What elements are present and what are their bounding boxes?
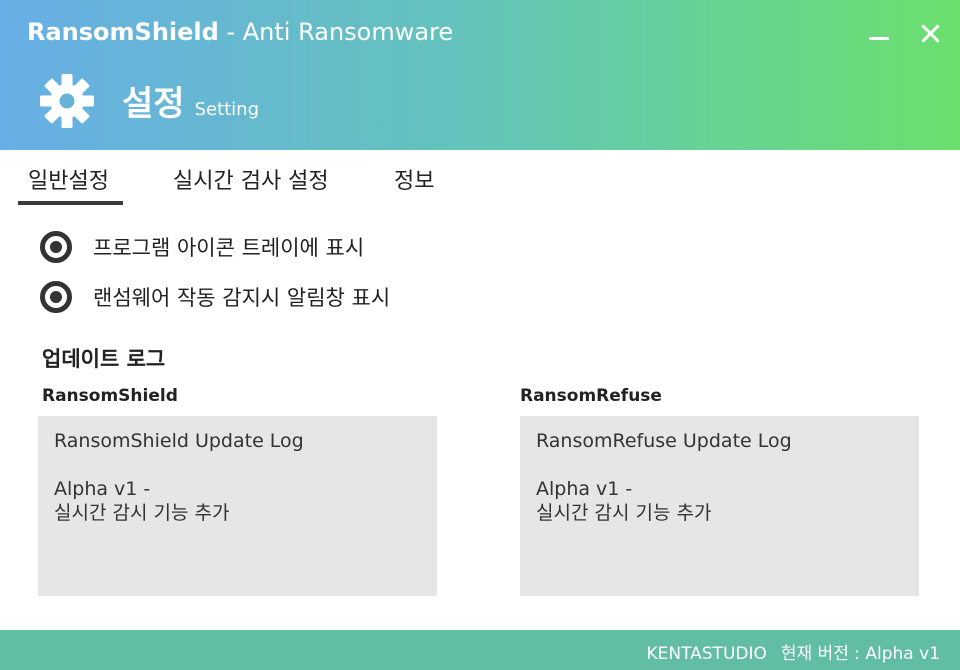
app-subtitle: - Anti Ransomware: [226, 18, 454, 46]
log-detail: 실시간 감시 기능 추가: [54, 502, 230, 524]
tab-info[interactable]: 정보: [394, 163, 434, 195]
window-title: RansomShield - Anti Ransomware: [27, 18, 453, 46]
ransomrefuse-log-box[interactable]: RansomRefuse Update Log Alpha v1 - 실시간 감…: [520, 416, 919, 596]
log-version: Alpha v1 -: [536, 478, 633, 500]
current-version: 현재 버전 : Alpha v1: [780, 644, 940, 664]
radio-button[interactable]: [40, 231, 72, 263]
option-label: 프로그램 아이콘 트레이에 표시: [93, 236, 365, 260]
log-label-ransomrefuse: RansomRefuse: [520, 386, 662, 406]
company-name: KENTASTUDIO: [646, 644, 767, 664]
log-version: Alpha v1 -: [54, 478, 151, 500]
log-label-ransomshield: RansomShield: [42, 386, 178, 406]
log-heading: RansomShield Update Log: [54, 430, 304, 452]
option-label: 랜섬웨어 작동 감지시 알림창 표시: [93, 286, 391, 310]
ransomshield-log-box[interactable]: RansomShield Update Log Alpha v1 - 실시간 감…: [38, 416, 437, 596]
tab-general-settings[interactable]: 일반설정: [28, 163, 109, 195]
log-detail: 실시간 감시 기능 추가: [536, 502, 712, 524]
radio-dot: [50, 241, 62, 253]
page-subtitle: Setting: [194, 99, 260, 120]
radio-button[interactable]: [40, 281, 72, 313]
radio-dot: [50, 291, 62, 303]
app-name: RansomShield: [27, 18, 219, 46]
footer-bar: KENTASTUDIO 현재 버전 : Alpha v1: [0, 630, 960, 670]
update-log-title: 업데이트 로그: [42, 347, 166, 371]
header-banner: RansomShield - Anti Ransomware 설정 Setting: [0, 0, 960, 150]
tab-realtime-scan-settings[interactable]: 실시간 검사 설정: [173, 163, 329, 195]
minimize-icon[interactable]: [859, 14, 899, 54]
option-detection-alert[interactable]: 랜섬웨어 작동 감지시 알림창 표시: [40, 280, 390, 314]
page-title: 설정 Setting: [122, 76, 259, 125]
option-tray-icon[interactable]: 프로그램 아이콘 트레이에 표시: [40, 230, 364, 264]
log-heading: RansomRefuse Update Log: [536, 430, 792, 452]
footer-info: KENTASTUDIO 현재 버전 : Alpha v1: [646, 639, 940, 664]
page-title-text: 설정: [122, 84, 185, 124]
gear-icon: [40, 74, 94, 128]
active-tab-indicator: [18, 201, 123, 205]
close-icon[interactable]: [910, 14, 950, 54]
